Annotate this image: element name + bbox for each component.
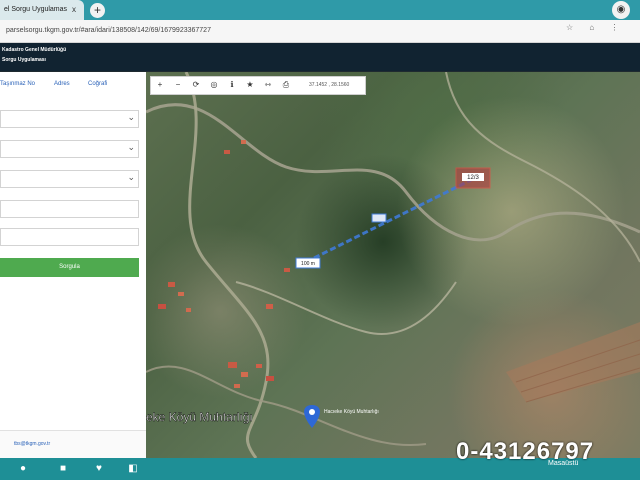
media-icon: ◧ (128, 463, 138, 474)
building (178, 292, 184, 296)
province-select[interactable]: ⌄ (0, 110, 139, 128)
folder-icon: ■ (59, 463, 67, 474)
close-tab-icon[interactable]: x (72, 0, 76, 20)
place-pin[interactable]: eke Köyü Muhtarlığı Hacıeke Köyü Muhtarl… (146, 405, 379, 428)
road (146, 103, 640, 242)
building (186, 308, 191, 312)
star-icon[interactable]: ★ (243, 78, 257, 92)
building (266, 304, 273, 309)
parcel-input[interactable] (0, 228, 139, 246)
query-sidebar: Taşınmaz No Adres Coğrafi ⌄ ⌄ ⌄ Sorgula (0, 72, 147, 458)
route-line (305, 178, 472, 264)
map-view[interactable]: 12/3 100 m eke Köyü Muhtarlığı Hacıeke K… (146, 72, 640, 458)
map-canvas: 12/3 100 m eke Köyü Muhtarlığı Hacıeke K… (146, 72, 640, 458)
extension-icon[interactable]: ⌂ (589, 23, 601, 32)
building (256, 364, 262, 368)
parcel-marker[interactable]: 12/3 (455, 167, 491, 189)
browser-tab-bar: el Sorgu Uygulamas x + ◉ (0, 0, 640, 20)
chevron-down-icon: ⌄ (127, 142, 135, 152)
neighborhood-select[interactable]: ⌄ (0, 170, 139, 188)
profile-icon[interactable]: ◉ (612, 1, 630, 19)
app-name: Sorgu Uygulaması (2, 57, 46, 63)
media-taskbar-item[interactable]: ◧ (120, 460, 146, 478)
app-taskbar-item[interactable]: ♥ (86, 460, 112, 478)
sidebar-footer: tbs@tkgm.gov.tr (0, 430, 146, 459)
menu-icon[interactable]: ⋮ (610, 23, 625, 32)
chevron-down-icon: ⌄ (127, 112, 135, 122)
zoom-out-icon[interactable]: − (171, 78, 185, 92)
address-icons: ☆ ⌂ ⋮ (566, 23, 625, 32)
folder-taskbar-item[interactable]: ■ (50, 460, 76, 478)
building (241, 372, 248, 377)
tab-parcel-no[interactable]: Taşınmaz No (0, 81, 35, 87)
app-icon: ♥ (96, 463, 102, 474)
building (224, 150, 230, 154)
district-select[interactable]: ⌄ (0, 140, 139, 158)
coordinate-readout: 37.1452 , 28.1560 (309, 82, 350, 88)
measurement-marker[interactable]: 100 m (295, 257, 321, 269)
terraced-field (506, 322, 640, 403)
building (228, 362, 237, 368)
building (168, 282, 175, 287)
phone-number-overlay: 0-43126797 (456, 438, 595, 465)
tab-geographic[interactable]: Coğrafi (88, 81, 107, 87)
refresh-icon[interactable]: ⟳ (189, 78, 203, 92)
url-field[interactable]: parselsorgu.tkgm.gov.tr/#ara/idari/13850… (6, 22, 566, 40)
building (284, 268, 290, 272)
place-small-label: Hacıeke Köyü Muhtarlığı (324, 409, 379, 415)
building (234, 384, 240, 388)
parcel-label: 12/3 (467, 175, 479, 181)
query-tabs: Taşınmaz No Adres Coğrafi (0, 78, 146, 94)
village-buildings (158, 140, 290, 388)
zoom-in-icon[interactable]: + (153, 78, 167, 92)
chrome-taskbar-item[interactable]: ● (10, 460, 36, 478)
building (241, 140, 246, 144)
bookmark-icon[interactable]: ☆ (566, 23, 580, 32)
locate-icon[interactable]: ◎ (207, 78, 221, 92)
chevron-down-icon: ⌄ (127, 172, 135, 182)
map-toolbar: + − ⟳ ◎ ℹ ★ ⇿ ⎙ 37.1452 , 28.1560 (150, 76, 366, 95)
place-label: eke Köyü Muhtarlığı (146, 410, 253, 424)
address-bar: parselsorgu.tkgm.gov.tr/#ara/idari/13850… (0, 20, 640, 43)
tab-title: el Sorgu Uygulamas (4, 6, 68, 13)
print-icon[interactable]: ⎙ (279, 78, 293, 92)
new-tab-button[interactable]: + (90, 3, 105, 18)
measure-icon[interactable]: ⇿ (261, 78, 275, 92)
road (445, 72, 640, 263)
road (146, 365, 427, 447)
block-input[interactable] (0, 200, 139, 218)
info-icon[interactable]: ℹ (225, 78, 239, 92)
site-header: Kadastro Genel Müdürlüğü Sorgu Uygulamas… (0, 43, 640, 71)
building (158, 304, 166, 309)
distance-label: 100 m (301, 261, 315, 267)
tab-address[interactable]: Adres (54, 81, 70, 87)
contact-email[interactable]: tbs@tkgm.gov.tr (14, 441, 50, 447)
query-button[interactable]: Sorgula (0, 258, 139, 277)
agency-name: Kadastro Genel Müdürlüğü (2, 47, 67, 53)
browser-tab[interactable]: el Sorgu Uygulamas x (0, 0, 84, 20)
chrome-icon: ● (19, 463, 27, 474)
building (266, 376, 274, 381)
